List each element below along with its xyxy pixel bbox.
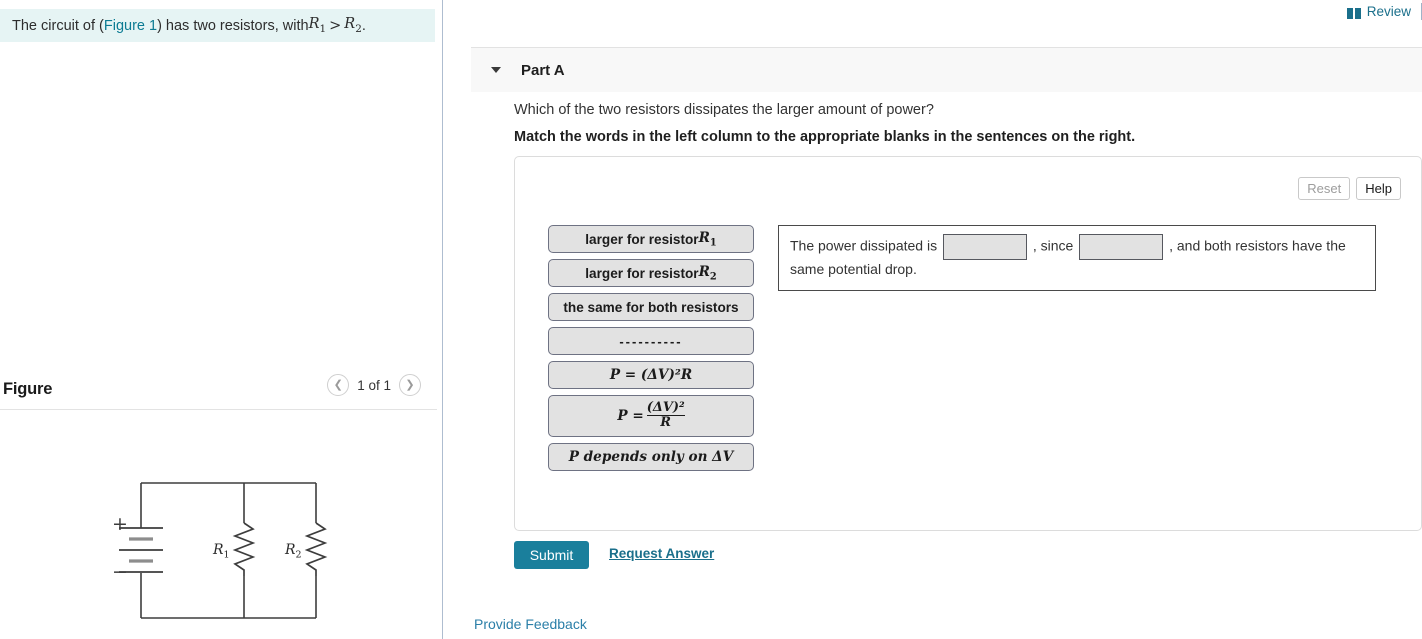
word-bank-tile-p-equals-dv2r[interactable]: P = (ΔV)²R — [548, 361, 754, 389]
tile-label: the same for both resistors — [563, 299, 739, 315]
circuit-diagram: + − R1 R2 — [96, 468, 346, 638]
word-bank-tile-larger-r2[interactable]: larger for resistor R2 — [548, 259, 754, 287]
prompt-text-end: . — [361, 17, 366, 34]
problem-statement-banner: The circuit of (Figure 1) has two resist… — [0, 9, 435, 42]
page-root: The circuit of (Figure 1) has two resist… — [0, 0, 1422, 639]
figure-pager: ❮ 1 of 1 ❯ — [327, 374, 421, 396]
tile-lhs: P = — [617, 408, 644, 424]
prompt-text-before: The circuit of ( — [12, 17, 104, 34]
word-bank-tile-larger-r1[interactable]: larger for resistor R1 — [548, 225, 754, 253]
sentence-segment-1: The power dissipated is — [790, 237, 938, 254]
reset-button[interactable]: Reset — [1298, 177, 1351, 200]
tile-label: larger for resistor — [585, 231, 699, 247]
book-icon — [1346, 6, 1361, 19]
chevron-left-icon[interactable]: ❮ — [327, 374, 350, 396]
tile-label: ---------- — [619, 333, 683, 349]
part-a-header[interactable]: Part A — [471, 47, 1422, 92]
fraction-denominator: R — [646, 415, 685, 431]
chevron-right-icon[interactable]: ❯ — [399, 374, 421, 396]
answer-sentence-box: The power dissipated is , since , and bo… — [778, 225, 1376, 291]
instruction-text: Match the words in the left column to th… — [514, 129, 1136, 145]
figure-pager-label: 1 of 1 — [357, 377, 391, 393]
review-link[interactable]: Review — [1367, 4, 1411, 19]
tile-fraction: (ΔV)² R — [646, 400, 685, 431]
left-panel: The circuit of (Figure 1) has two resist… — [0, 0, 443, 639]
caret-down-icon[interactable] — [491, 67, 501, 73]
question-text: Which of the two resistors dissipates th… — [514, 102, 934, 118]
sentence-segment-2: , since — [1032, 237, 1074, 254]
drop-blank-1[interactable] — [942, 234, 1027, 260]
word-bank-tile-p-depends-dv[interactable]: P depends only on ΔV — [548, 443, 754, 471]
word-bank-tile-same-both[interactable]: the same for both resistors — [548, 293, 754, 321]
word-bank: larger for resistor R1 larger for resist… — [548, 225, 754, 477]
matching-exercise-panel: Reset Help larger for resistor R1 larger… — [514, 156, 1422, 531]
word-bank-tile-separator[interactable]: ---------- — [548, 327, 754, 355]
submit-button[interactable]: Submit — [514, 541, 589, 569]
review-bar: Review — [1346, 0, 1422, 22]
resistor-1-label: R1 — [212, 542, 230, 561]
exercise-toolbar: Reset Help — [1298, 177, 1401, 200]
right-panel: Review Part A Which of the two resistors… — [444, 0, 1422, 639]
part-a-title: Part A — [521, 61, 565, 79]
fraction-numerator: (ΔV)² — [646, 400, 685, 416]
figure-1-link[interactable]: Figure 1 — [104, 18, 157, 34]
resistor-2-label: R2 — [284, 542, 302, 561]
tile-label: larger for resistor — [585, 265, 699, 281]
help-button[interactable]: Help — [1356, 177, 1401, 200]
battery-minus-label: − — [112, 561, 128, 583]
provide-feedback-link[interactable]: Provide Feedback — [474, 616, 587, 632]
figure-divider — [0, 409, 437, 410]
tile-label: P depends only on ΔV — [568, 449, 734, 465]
prompt-var-r1: R1 — [308, 16, 327, 35]
request-answer-link[interactable]: Request Answer — [609, 546, 714, 561]
tile-label: P = (ΔV)²R — [609, 367, 693, 383]
prompt-var-r2: R2 — [344, 16, 362, 35]
prompt-operator: > — [329, 17, 342, 34]
prompt-text-middle: ) has two resistors, with — [157, 17, 309, 34]
battery-plus-label: + — [112, 513, 128, 535]
circuit-svg: + − R1 R2 — [112, 482, 328, 619]
figure-title: Figure — [3, 379, 53, 398]
drop-blank-2[interactable] — [1079, 234, 1164, 260]
word-bank-tile-p-equals-dv2-over-r[interactable]: P = (ΔV)² R — [548, 395, 754, 437]
